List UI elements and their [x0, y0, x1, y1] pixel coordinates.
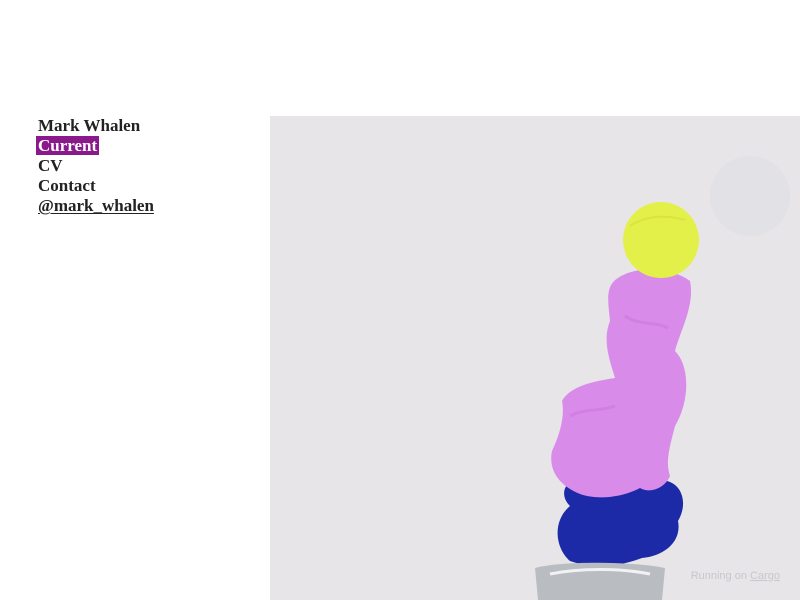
nav-item-current[interactable]: Current — [36, 136, 238, 156]
footer-prefix: Running on — [690, 570, 747, 582]
nav-item-label: CV — [38, 156, 63, 175]
nav-item-label: Current — [36, 136, 100, 155]
hero-image[interactable] — [270, 116, 800, 600]
cargo-link[interactable]: Cargo — [750, 570, 780, 582]
nav-item-label: Contact — [38, 176, 96, 195]
wall-shadow — [710, 156, 790, 236]
nav-item-label: @mark_whalen — [38, 196, 154, 215]
nav-item-cv[interactable]: CV — [38, 156, 238, 176]
sidebar-nav: Mark Whalen Current CV Contact @mark_wha… — [36, 116, 238, 216]
footer-credit: Running on Cargo — [691, 570, 780, 582]
site-title: Mark Whalen — [38, 116, 141, 135]
nav-item-contact[interactable]: Contact — [38, 176, 238, 196]
nav-item-instagram[interactable]: @mark_whalen — [38, 196, 238, 216]
sculpture-artwork — [270, 116, 800, 600]
site-title-link[interactable]: Mark Whalen — [38, 116, 238, 136]
yellow-ball — [623, 202, 699, 278]
